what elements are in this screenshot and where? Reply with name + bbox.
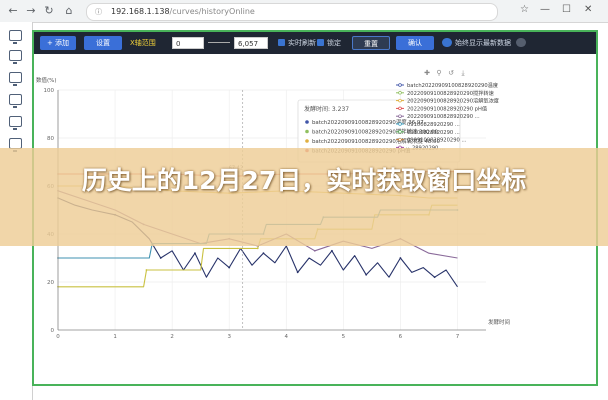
x-tick-label: 1: [113, 334, 117, 340]
legend-swatch-dot: [398, 83, 402, 87]
legend-label: batch20220909100828920290温度: [407, 81, 498, 89]
x-tick-label: 7: [456, 334, 460, 340]
legend-swatch-dot: [398, 106, 402, 111]
x-axis-title: 发酵时间: [488, 318, 510, 326]
y-tick-label: 0: [51, 328, 55, 334]
tooltip-swatch: [305, 139, 309, 143]
x-tick-label: 0: [56, 334, 60, 340]
tooltip-swatch: [305, 129, 309, 134]
legend-swatch-dot: [398, 130, 402, 134]
zoom-in-icon[interactable]: ⚲: [436, 69, 441, 77]
series-point: [262, 252, 265, 255]
tooltip-title: 发酵时间: 3.237: [304, 105, 349, 113]
series-point: [159, 257, 162, 259]
series-point: [256, 247, 259, 250]
x-tick-label: 4: [285, 334, 289, 340]
series-point: [296, 271, 299, 274]
legend-swatch-dot: [398, 91, 402, 95]
x-tick-label: 3: [227, 334, 231, 340]
y-tick-label: 100: [44, 88, 55, 94]
legend-label: 0909100828920290 ...: [407, 138, 467, 144]
x-tick-label: 6: [399, 334, 403, 340]
legend-swatch-dot: [398, 122, 402, 126]
y-tick-label: 20: [47, 280, 54, 286]
page: ← → ↻ ⌂ ⓘ 192.168.1.138/curves/historyOn…: [0, 0, 608, 400]
banner-title: 历史上的12月27日，实时获取窗口坐标: [81, 166, 527, 195]
series-point: [331, 249, 333, 252]
download-icon[interactable]: ⤓: [461, 69, 464, 77]
series-point: [365, 273, 368, 276]
tooltip-swatch: [305, 120, 309, 124]
legend-swatch-dot: [398, 114, 402, 118]
legend-label: 09100828920290 ...: [407, 122, 460, 128]
y-axis-title: 数值(%): [36, 76, 57, 84]
series-point: [145, 269, 148, 271]
x-tick-label: 2: [170, 334, 174, 340]
series-point: [313, 249, 316, 252]
legend-swatch-dot: [398, 137, 402, 142]
series-point: [194, 252, 196, 255]
legend-label: 20220909100828920290 pH值: [407, 104, 487, 112]
legend-swatch-dot: [398, 98, 402, 103]
legend-label: 20220909100828920290 ...: [407, 114, 480, 120]
legend-label: 20220909100828920290搅拌转速: [407, 89, 494, 97]
legend-label: 09100828920290 ...: [407, 130, 460, 136]
y-tick-label: 80: [47, 136, 54, 142]
x-tick-label: 5: [342, 334, 346, 340]
series-point: [228, 266, 231, 269]
legend-label: 20220909100828920290溶解氧浓度: [407, 97, 499, 105]
restore-icon[interactable]: ↺: [448, 69, 454, 77]
series-point: [399, 257, 402, 259]
series-point: [433, 276, 436, 279]
move-icon[interactable]: ✚: [424, 69, 430, 77]
